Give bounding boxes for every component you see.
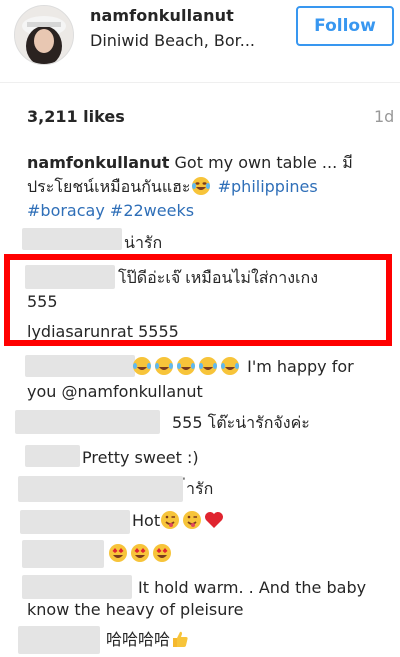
comment-text: It hold warm. . And the baby <box>138 578 367 597</box>
likes-count[interactable]: 3,211 likes <box>27 107 125 126</box>
username[interactable]: namfonkullanut <box>90 6 234 25</box>
caption-text-line2: ประโยชน์เหมือนกันแฮะ <box>27 177 191 196</box>
comment-text: 哈哈哈哈 <box>106 630 171 649</box>
hashtag-philippines[interactable]: #philippines <box>218 177 318 196</box>
comment-text: Hot <box>132 511 161 530</box>
heart-eyes-emoji-icon <box>130 543 150 563</box>
comment-text: ่ารัก <box>186 479 214 498</box>
redacted-username <box>25 355 135 377</box>
tongue-wink-emoji-icon <box>182 510 202 530</box>
follow-button[interactable]: Follow <box>296 6 394 46</box>
post-time: 1d <box>374 107 395 126</box>
crying-laughing-emoji-icon <box>191 176 211 196</box>
crying-laughing-emoji-icon <box>198 356 218 376</box>
comment-text: Pretty sweet :) <box>82 448 199 467</box>
redacted-username <box>22 540 104 568</box>
header-divider <box>0 82 400 83</box>
comment-line: 哈哈哈哈 <box>106 628 192 652</box>
heart-eyes-emoji-icon <box>108 543 128 563</box>
emoji-row <box>108 542 174 566</box>
comment-text: I'm happy for <box>247 357 354 376</box>
avatar[interactable] <box>14 5 74 65</box>
hashtag-22weeks[interactable]: #22weeks <box>110 201 194 220</box>
redacted-username <box>18 476 183 502</box>
crying-laughing-emoji-icon <box>220 356 240 376</box>
redacted-username <box>18 626 100 654</box>
crying-laughing-emoji-icon <box>154 356 174 376</box>
location[interactable]: Diniwid Beach, Bor... <box>90 31 255 50</box>
comment-text: น่ารัก <box>124 233 163 252</box>
hashtag-boracay[interactable]: #boracay <box>27 201 105 220</box>
comment-text: 555 โต๊ะน่ารักจังค่ะ <box>172 413 310 432</box>
heart-eyes-emoji-icon <box>152 543 172 563</box>
comment-text: you @namfonkullanut <box>27 382 203 401</box>
redacted-username <box>22 575 132 599</box>
caption: namfonkullanut Got my own table ... มี ป… <box>27 151 387 223</box>
red-heart-icon <box>204 510 224 530</box>
post-header: namfonkullanut Diniwid Beach, Bor... Fol… <box>0 0 400 78</box>
highlight-box <box>4 254 392 346</box>
thumbs-up-emoji-icon <box>170 629 190 649</box>
crying-laughing-emoji-icon <box>132 356 152 376</box>
comment-text: know the heavy of pleisure <box>27 600 244 619</box>
redacted-username <box>22 228 122 250</box>
tongue-wink-emoji-icon <box>160 510 180 530</box>
crying-laughing-emoji-icon <box>176 356 196 376</box>
comment-line: Hot <box>132 509 226 533</box>
redacted-username <box>20 510 130 534</box>
caption-author[interactable]: namfonkullanut <box>27 153 169 172</box>
caption-text-line1: Got my own table ... มี <box>174 153 353 172</box>
redacted-username <box>25 445 80 467</box>
emoji-row: I'm happy for <box>132 355 354 379</box>
redacted-username <box>15 410 160 434</box>
